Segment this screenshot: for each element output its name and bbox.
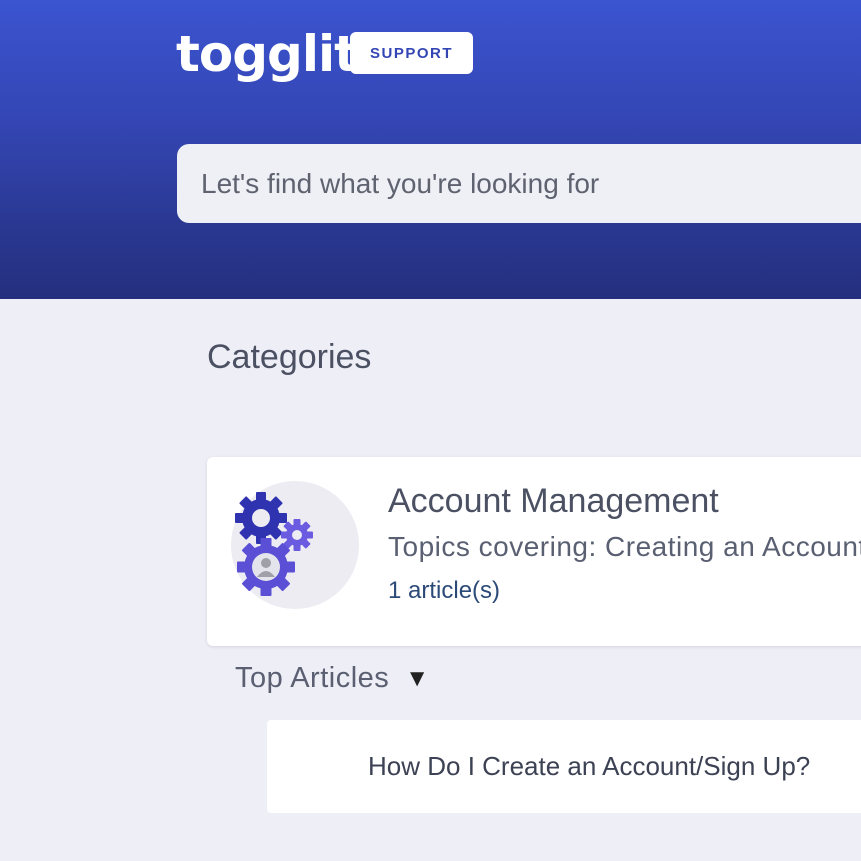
gear-user-icon (237, 538, 295, 596)
category-title[interactable]: Account Management (388, 482, 719, 521)
top-articles-label: Top Articles (235, 662, 390, 694)
category-article-count[interactable]: 1 article(s) (388, 577, 500, 605)
togglit-logo[interactable]: togglit (176, 24, 358, 84)
categories-heading: Categories (207, 338, 372, 376)
category-card-account-management[interactable]: Account Management Topics covering: Crea… (207, 457, 861, 646)
category-description: Topics covering: Creating an Account (388, 531, 861, 562)
search-input[interactable] (177, 144, 861, 223)
support-badge: SUPPORT (350, 32, 473, 74)
gears-user-icon (231, 481, 359, 609)
list-item[interactable]: How Do I Create an Account/Sign Up? (267, 720, 861, 813)
top-articles-toggle[interactable]: Top Articles ▼ (235, 662, 430, 695)
gear-large-icon (235, 492, 287, 544)
article-link[interactable]: How Do I Create an Account/Sign Up? (368, 751, 810, 782)
header-hero: togglit SUPPORT (0, 0, 861, 299)
caret-down-icon: ▼ (405, 664, 430, 692)
